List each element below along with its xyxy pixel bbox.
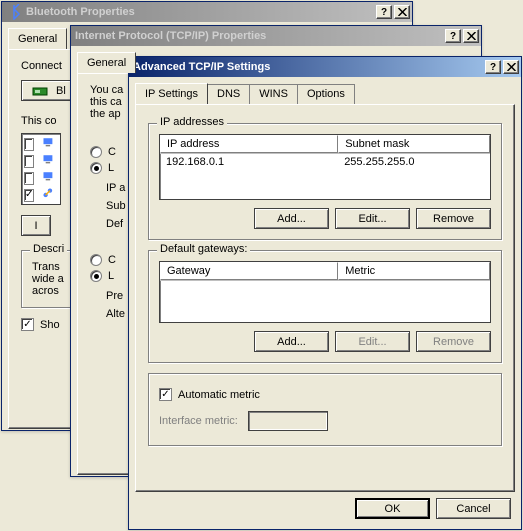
checkbox[interactable] <box>24 155 34 168</box>
install-button[interactable]: I <box>21 215 51 236</box>
metric-group: Automatic metric Interface metric: <box>148 373 502 446</box>
cell-ip-address: 192.168.0.1 <box>160 154 338 170</box>
tab-label: DNS <box>217 88 240 100</box>
ip-addresses-list[interactable]: IP address Subnet mask 192.168.0.1 255.2… <box>159 134 491 200</box>
interface-metric-label: Interface metric: <box>159 415 238 427</box>
tab-ip-settings[interactable]: IP Settings <box>135 83 208 104</box>
column-metric[interactable]: Metric <box>338 262 490 280</box>
show-icon-label: Sho <box>40 319 60 331</box>
group-caption: Default gateways: <box>157 243 250 255</box>
list-item[interactable] <box>24 153 58 169</box>
cancel-button[interactable]: Cancel <box>436 498 511 519</box>
gw-remove-button: Remove <box>416 331 491 352</box>
help-button[interactable]: ? <box>485 60 501 74</box>
tab-label: General <box>18 33 57 45</box>
client-icon <box>42 136 54 152</box>
window-title: Internet Protocol (TCP/IP) Properties <box>75 30 443 42</box>
button-label: Bl <box>56 85 66 97</box>
group-caption: IP addresses <box>157 116 227 128</box>
bluetooth-device-button[interactable]: Bl <box>21 80 77 101</box>
checkbox[interactable] <box>24 172 34 185</box>
tab-general[interactable]: General <box>77 52 136 73</box>
table-row[interactable]: 192.168.0.1 255.255.255.0 <box>160 154 490 170</box>
list-item[interactable] <box>24 136 58 152</box>
tab-general[interactable]: General <box>8 28 67 49</box>
gw-edit-button: Edit... <box>335 331 410 352</box>
help-button[interactable]: ? <box>445 29 461 43</box>
column-ip-address[interactable]: IP address <box>160 135 338 153</box>
gw-add-button[interactable]: Add... <box>254 331 329 352</box>
titlebar[interactable]: Internet Protocol (TCP/IP) Properties ? <box>71 26 481 46</box>
tab-label: General <box>87 57 126 69</box>
tab-label: Options <box>307 88 345 100</box>
close-button[interactable] <box>394 5 410 19</box>
automatic-metric-checkbox[interactable] <box>159 388 172 401</box>
list-item[interactable] <box>24 170 58 186</box>
cell-subnet-mask: 255.255.255.0 <box>338 154 490 170</box>
close-button[interactable] <box>463 29 479 43</box>
radio-icon <box>90 146 102 158</box>
network-card-icon <box>32 83 48 99</box>
help-button[interactable]: ? <box>376 5 392 19</box>
radio-icon <box>90 162 102 174</box>
tab-options[interactable]: Options <box>297 84 355 105</box>
close-button[interactable] <box>503 60 519 74</box>
tab-dns[interactable]: DNS <box>207 84 250 105</box>
components-list[interactable] <box>21 133 61 205</box>
description-label: Descri <box>30 243 67 255</box>
list-item[interactable] <box>24 187 58 203</box>
ip-addresses-group: IP addresses IP address Subnet mask 192.… <box>148 123 502 240</box>
service-icon <box>42 153 54 169</box>
column-gateway[interactable]: Gateway <box>160 262 338 280</box>
radio-icon <box>90 270 102 282</box>
window-title: Bluetooth Properties <box>26 6 374 18</box>
bluetooth-icon <box>6 4 22 20</box>
titlebar[interactable]: Bluetooth Properties ? <box>2 2 412 22</box>
ip-add-button[interactable]: Add... <box>254 208 329 229</box>
show-icon-checkbox[interactable] <box>21 318 34 331</box>
default-gateways-group: Default gateways: Gateway Metric Add... … <box>148 250 502 363</box>
titlebar[interactable]: Advanced TCP/IP Settings ? <box>129 57 521 77</box>
radio-icon <box>90 254 102 266</box>
interface-metric-input <box>248 411 328 431</box>
checkbox[interactable] <box>24 138 34 151</box>
tab-label: IP Settings <box>145 88 198 100</box>
tab-label: WINS <box>259 88 288 100</box>
gateways-list[interactable]: Gateway Metric <box>159 261 491 323</box>
column-subnet-mask[interactable]: Subnet mask <box>338 135 490 153</box>
service-icon <box>42 170 54 186</box>
window-title: Advanced TCP/IP Settings <box>133 61 483 73</box>
ip-edit-button[interactable]: Edit... <box>335 208 410 229</box>
automatic-metric-label: Automatic metric <box>178 389 260 401</box>
tab-wins[interactable]: WINS <box>249 84 298 105</box>
ip-remove-button[interactable]: Remove <box>416 208 491 229</box>
tabstrip: IP Settings DNS WINS Options <box>129 77 521 104</box>
advanced-tcpip-settings-window: Advanced TCP/IP Settings ? IP Settings D… <box>128 56 522 530</box>
protocol-icon <box>42 187 54 203</box>
checkbox[interactable] <box>24 189 34 202</box>
ok-button[interactable]: OK <box>355 498 430 519</box>
